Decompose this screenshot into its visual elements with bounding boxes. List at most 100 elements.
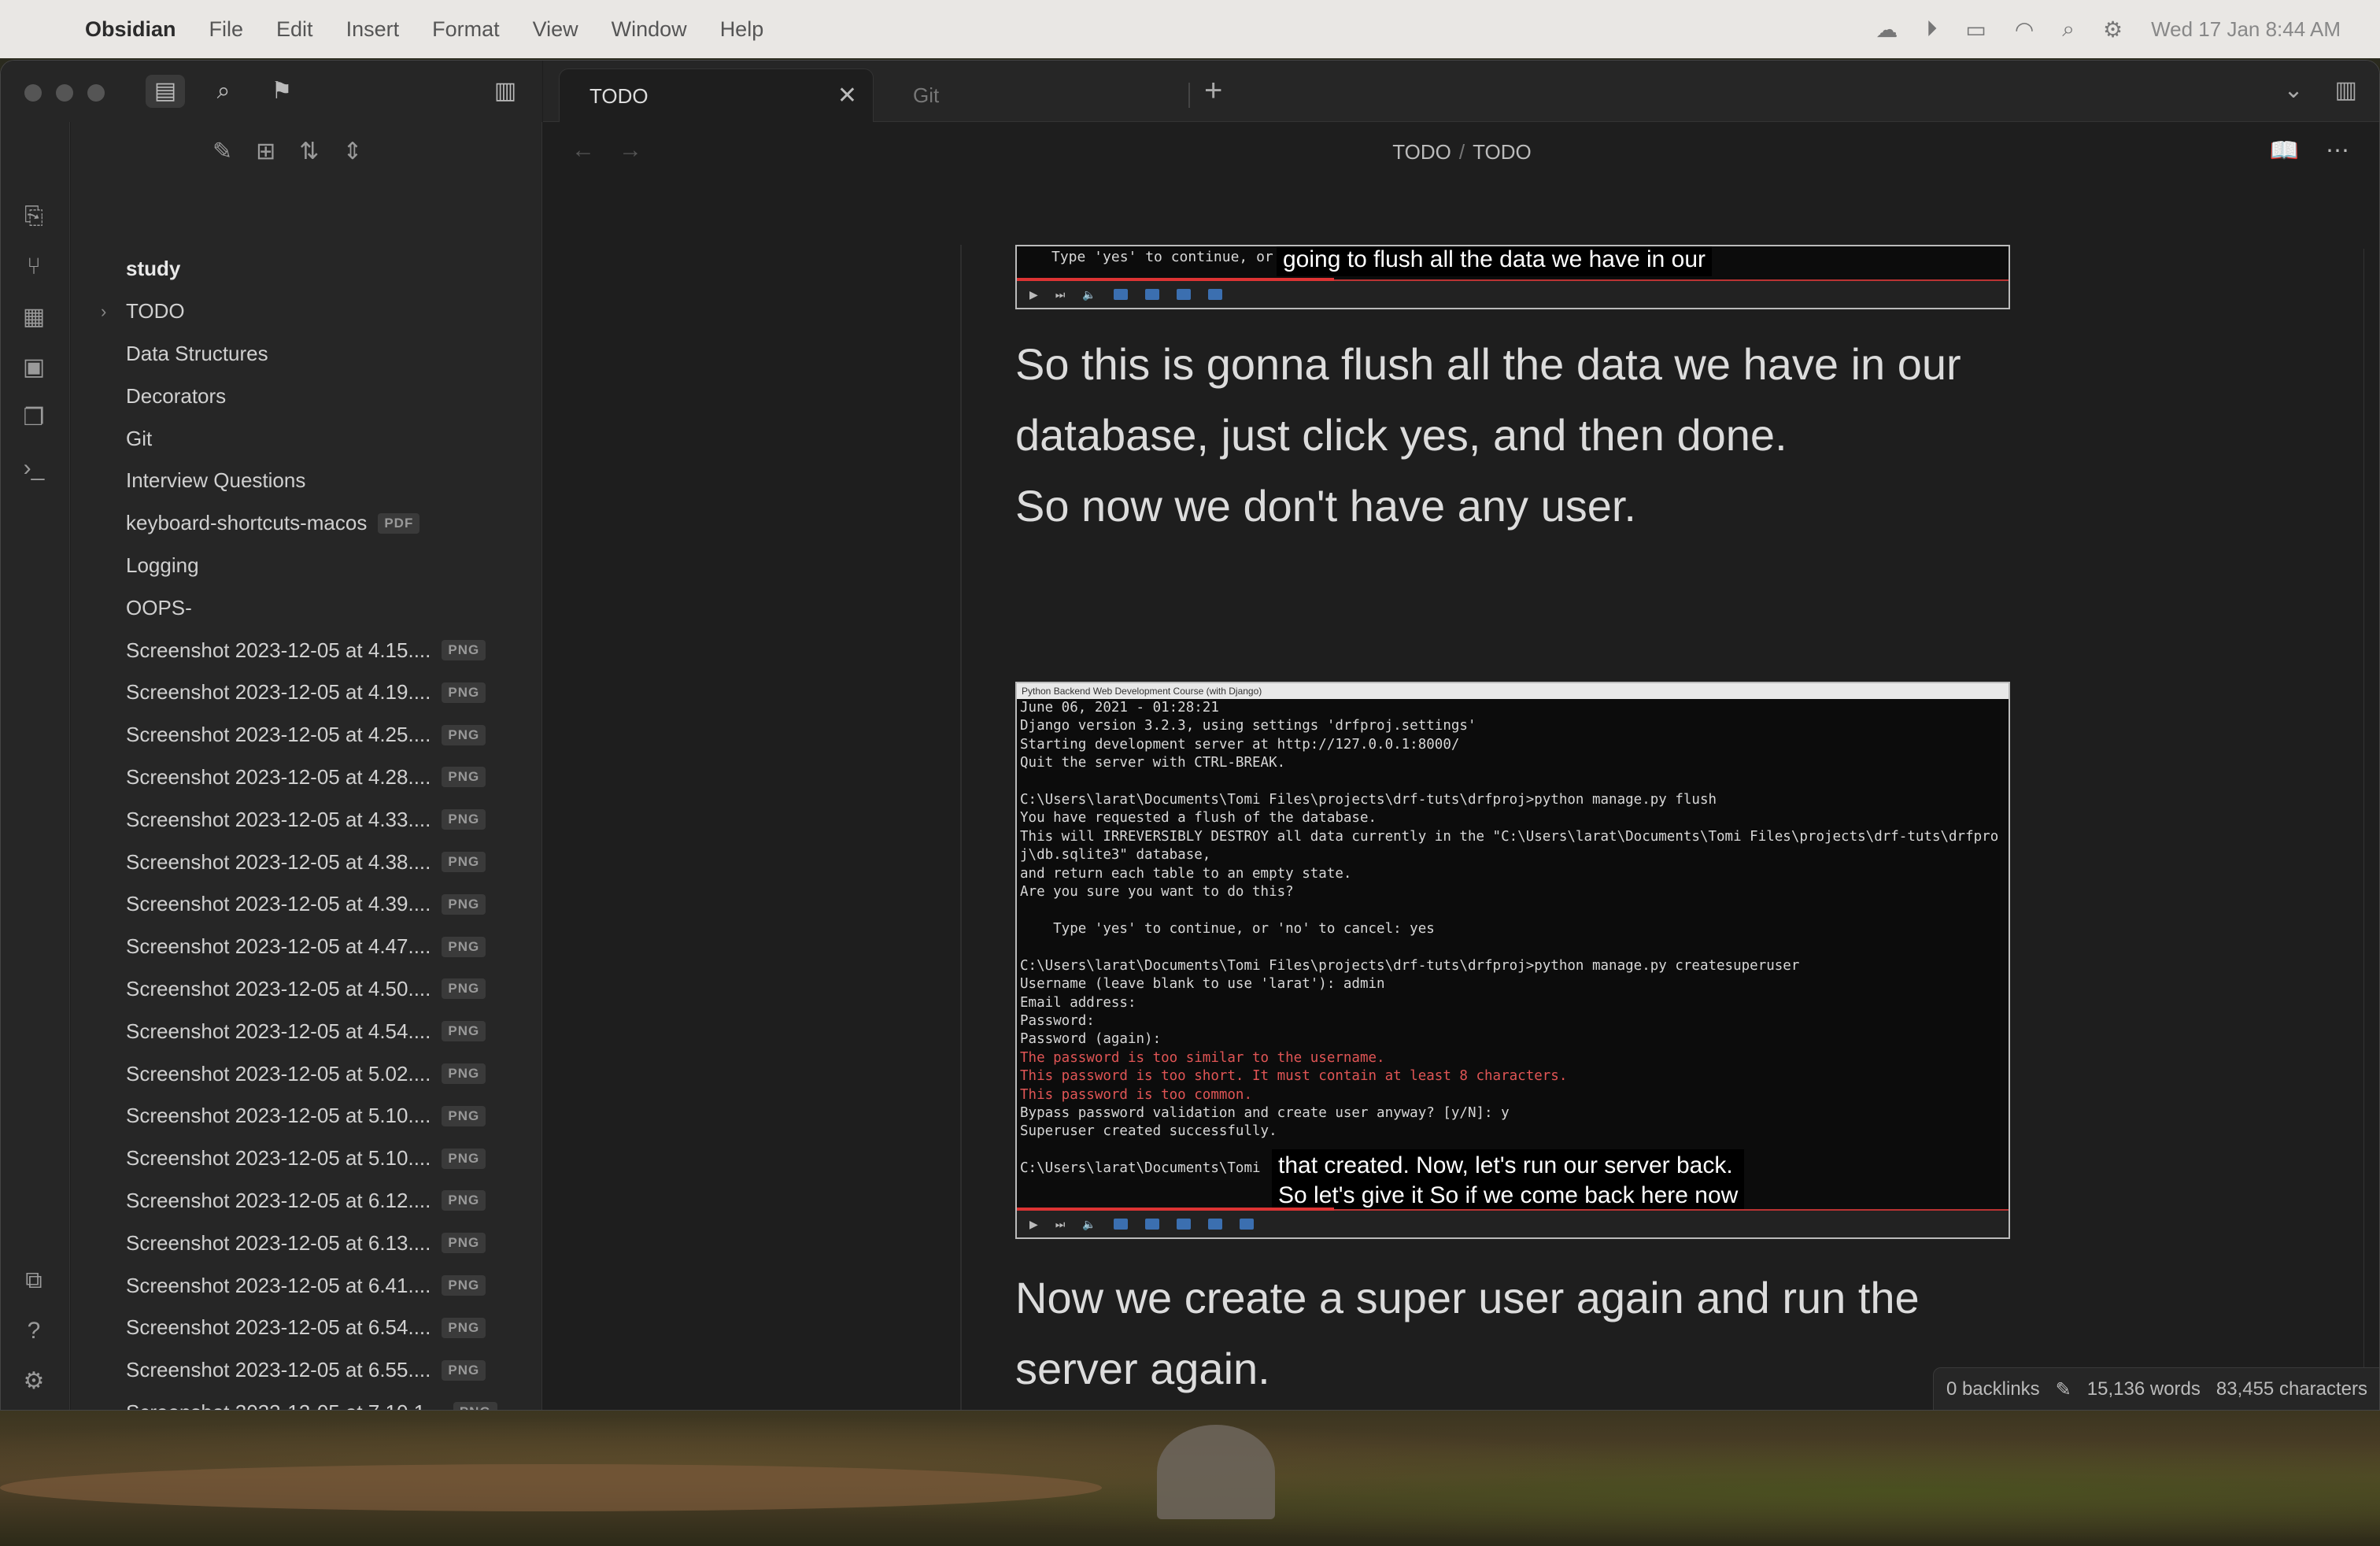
file-type-badge: PNG [442,1105,486,1126]
menu-view[interactable]: View [533,17,578,42]
file-item[interactable]: Screenshot 2023-12-05 at 6.13.... PNG [71,1222,542,1264]
file-item-label: Screenshot 2023-12-05 at 6.12.... [126,1188,431,1212]
play-icon[interactable]: ▶ [1029,288,1038,301]
play-icon[interactable]: ⏵ [1926,17,1937,43]
new-tab-icon[interactable]: + [1204,73,1222,109]
breadcrumb-file[interactable]: TODO [1473,140,1532,164]
file-item[interactable]: Screenshot 2023-12-05 at 5.02.... PNG [71,1052,542,1095]
collapse-all-icon[interactable]: ⇕ [342,138,362,165]
more-options-icon[interactable]: ⋯ [2326,137,2349,165]
edit-mode-icon[interactable]: ✎ [2056,1378,2071,1401]
video-progress-bar[interactable] [1017,278,1335,281]
menubar-clock[interactable]: Wed 17 Jan 8:44 AM [2151,17,2341,42]
video-progress-bar[interactable] [1017,1208,1335,1211]
toggle-right-sidebar-icon[interactable]: ▥ [2335,76,2357,104]
file-item[interactable]: Logging [71,545,542,587]
backlinks-count[interactable]: 0 backlinks [1946,1378,2040,1400]
status-icons: ☁ ⏵ ▭ ◠ ⌕ ⚙ Wed 17 Jan 8:44 AM [1876,0,2341,58]
reading-view-icon[interactable]: 📖 [2270,137,2299,165]
file-item[interactable]: Screenshot 2023-12-05 at 6.55.... PNG [71,1349,542,1392]
control-center-icon[interactable]: ⚙ [2103,17,2123,43]
cloud-icon[interactable]: ☁ [1876,17,1898,43]
folder-item[interactable]: › TODO [71,290,542,333]
file-item[interactable]: Screenshot 2023-12-05 at 5.10.... PNG [71,1137,542,1180]
file-item[interactable]: Git [71,417,542,460]
volume-icon[interactable]: 🔈 [1082,288,1096,301]
sort-icon[interactable]: ⇅ [299,138,319,165]
file-item[interactable]: Screenshot 2023-12-05 at 6.41.... PNG [71,1264,542,1307]
minimize-window-button[interactable] [56,84,73,102]
close-tab-icon[interactable]: ✕ [837,69,857,123]
command-palette-icon[interactable]: ›_ [18,453,50,484]
file-item[interactable]: Screenshot 2023-12-05 at 4.39.... PNG [71,883,542,926]
help-icon[interactable]: ? [18,1315,50,1347]
graph-view-icon[interactable]: ⑂ [18,251,50,283]
menu-app-name[interactable]: Obsidian [85,17,176,42]
templates-icon[interactable]: ❐ [18,402,50,434]
file-item[interactable]: Screenshot 2023-12-05 at 4.19.... PNG [71,671,542,714]
file-item[interactable]: OOPS- [71,586,542,629]
volume-icon[interactable]: 🔈 [1082,1218,1096,1231]
zoom-window-button[interactable] [87,84,105,102]
vault-root-label: study [126,257,181,281]
vault-switcher-icon[interactable]: ⧉ [18,1265,50,1296]
daily-note-icon[interactable]: ▣ [18,352,50,383]
battery-icon[interactable]: ▭ [1965,17,1986,43]
vault-root[interactable]: study [71,248,542,290]
files-view-icon[interactable]: ▤ [146,75,185,108]
file-item[interactable]: Screenshot 2023-12-05 at 5.10.... PNG [71,1095,542,1137]
editor-scrollbar[interactable] [2363,249,2371,1406]
file-item[interactable]: Screenshot 2023-12-05 at 4.47.... PNG [71,926,542,968]
file-item[interactable]: Interview Questions [71,460,542,502]
spotlight-search-icon[interactable]: ⌕ [2062,17,2075,43]
character-count: 83,455 characters [2216,1378,2367,1400]
left-titlebar: ▤ ⌕ ⚑ ▥ [1,61,542,122]
menu-edit[interactable]: Edit [276,17,313,42]
file-item[interactable]: keyboard-shortcuts-macos PDF [71,502,542,545]
file-explorer-toolbar: ✎ ⊞ ⇅ ⇕ [213,138,363,165]
canvas-icon[interactable]: ▦ [18,301,50,333]
chevron-right-icon[interactable]: › [101,301,106,322]
bookmark-icon[interactable]: ⚑ [262,75,301,108]
settings-gear-icon[interactable]: ⚙ [18,1366,50,1397]
file-item[interactable]: Screenshot 2023-12-05 at 4.38.... PNG [71,841,542,883]
next-icon[interactable]: ⏭ [1055,1218,1066,1231]
file-item[interactable]: Screenshot 2023-12-05 at 4.50.... PNG [71,968,542,1011]
tab-list-chevron-icon[interactable]: ⌄ [2284,76,2304,104]
menu-help[interactable]: Help [720,17,764,42]
file-type-badge: PNG [442,1233,486,1254]
wifi-icon[interactable]: ◠ [2015,17,2034,43]
breadcrumb-folder[interactable]: TODO [1392,140,1451,164]
file-item[interactable]: Data Structures [71,333,542,375]
file-item-label: Screenshot 2023-12-05 at 4.25.... [126,723,431,747]
new-note-icon[interactable]: ✎ [213,138,232,165]
file-item[interactable]: Screenshot 2023-12-05 at 6.12.... PNG [71,1180,542,1222]
file-item[interactable]: Screenshot 2023-12-05 at 4.28.... PNG [71,756,542,799]
terminal-line: This password is too common. [1020,1086,1253,1103]
file-type-badge: PNG [442,1275,486,1296]
tab-todo[interactable]: TODO ✕ [559,68,874,122]
terminal-line: June 06, 2021 - 01:28:21 [1020,700,1219,716]
play-icon[interactable]: ▶ [1029,1218,1038,1231]
file-item[interactable]: Screenshot 2023-12-05 at 6.54.... PNG [71,1307,542,1349]
menu-window[interactable]: Window [612,17,687,42]
file-item[interactable]: Screenshot 2023-12-05 at 7.10.1... PNG [71,1392,542,1410]
file-item[interactable]: Screenshot 2023-12-05 at 4.54.... PNG [71,1010,542,1052]
quick-switcher-icon[interactable]: ⎘ [18,201,50,232]
file-item[interactable]: Screenshot 2023-12-05 at 4.25.... PNG [71,714,542,756]
next-icon[interactable]: ⏭ [1055,288,1066,301]
new-folder-icon[interactable]: ⊞ [256,138,275,165]
toggle-sidebar-icon[interactable]: ▥ [486,75,525,108]
tab-label: TODO [589,84,649,108]
terminal-line: Password: [1020,1012,1095,1029]
file-item[interactable]: Screenshot 2023-12-05 at 4.15.... PNG [71,629,542,671]
close-window-button[interactable] [24,84,42,102]
file-item[interactable]: Screenshot 2023-12-05 at 4.33.... PNG [71,798,542,841]
file-item[interactable]: Decorators [71,375,542,417]
taskbar-app-icon [1176,289,1191,300]
search-icon[interactable]: ⌕ [204,75,243,108]
menu-insert[interactable]: Insert [346,17,400,42]
menu-file[interactable]: File [209,17,244,42]
tab-git[interactable]: Git [883,68,1198,122]
menu-format[interactable]: Format [432,17,500,42]
